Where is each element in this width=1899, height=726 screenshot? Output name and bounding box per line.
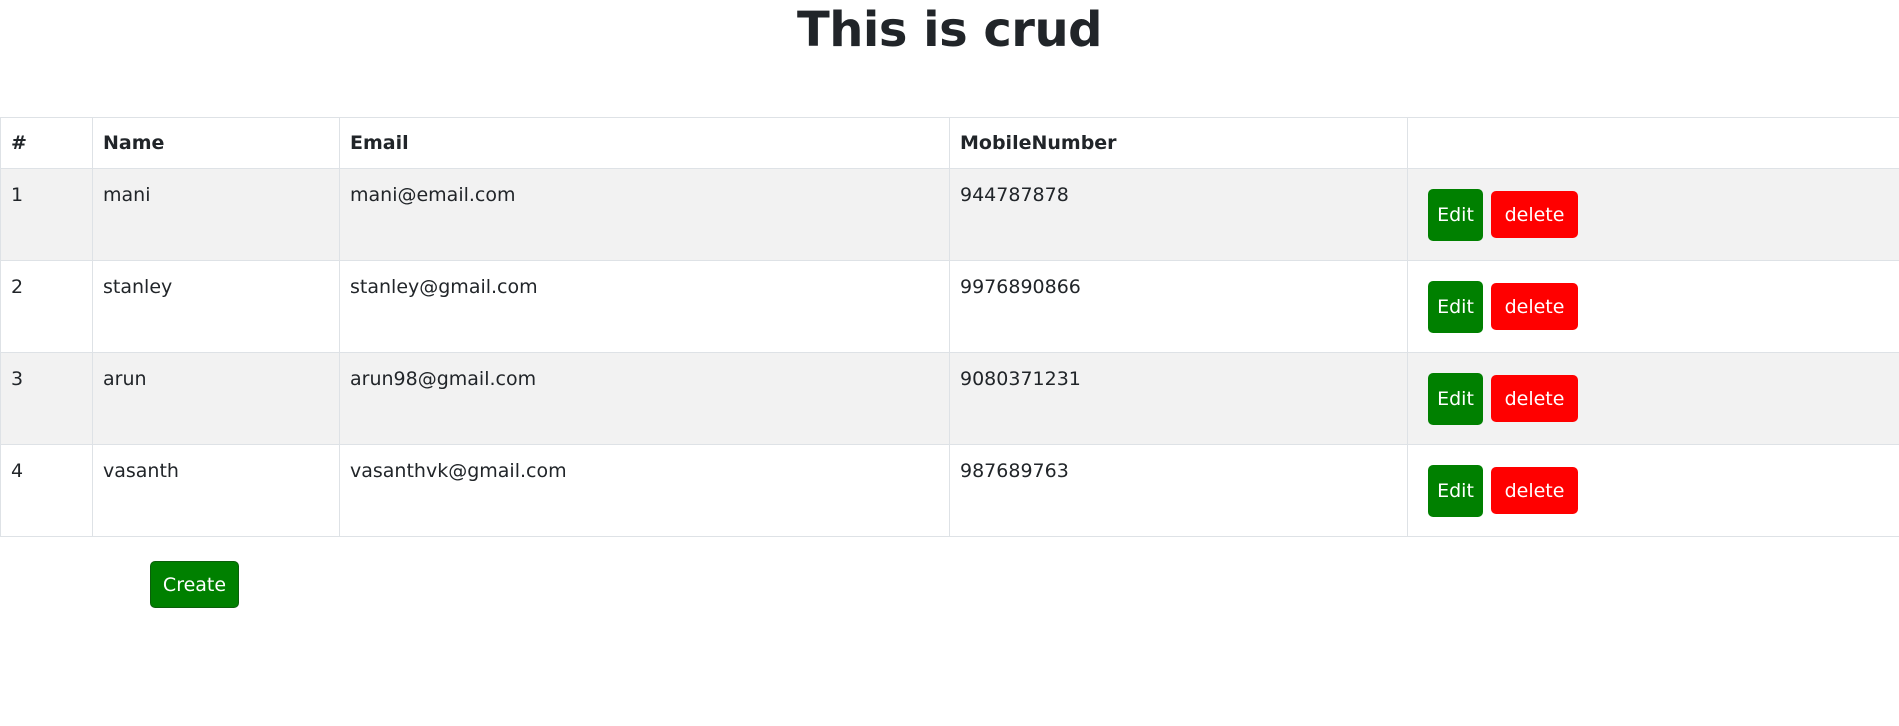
column-header-id: # [0,117,93,169]
cell-email: mani@email.com [339,168,950,261]
table-header: # Name Email MobileNumber [0,117,1899,169]
cell-id: 4 [0,444,93,537]
table-row: 2 stanley stanley@gmail.com 9976890866 E… [0,260,1899,353]
cell-id: 3 [0,352,93,445]
cell-actions: Edit delete [1407,168,1899,261]
table-row: 4 vasanth vasanthvk@gmail.com 987689763 … [0,444,1899,537]
cell-name: stanley [92,260,340,353]
delete-button[interactable]: delete [1491,375,1578,422]
page-title: This is crud [796,2,1103,58]
cell-mobile: 9080371231 [949,352,1408,445]
users-table-container: # Name Email MobileNumber 1 mani mani@em… [0,117,1899,537]
cell-email: stanley@gmail.com [339,260,950,353]
cell-actions: Edit delete [1407,444,1899,537]
delete-button[interactable]: delete [1491,191,1578,238]
users-table: # Name Email MobileNumber 1 mani mani@em… [0,117,1899,537]
delete-button[interactable]: delete [1491,467,1578,514]
delete-button[interactable]: delete [1491,283,1578,330]
column-header-name: Name [92,117,340,169]
create-button[interactable]: Create [150,561,239,608]
cell-name: arun [92,352,340,445]
cell-email: vasanthvk@gmail.com [339,444,950,537]
cell-mobile: 987689763 [949,444,1408,537]
column-header-email: Email [339,117,950,169]
cell-name: mani [92,168,340,261]
table-header-row: # Name Email MobileNumber [0,117,1899,169]
edit-button[interactable]: Edit [1428,464,1483,517]
cell-email: arun98@gmail.com [339,352,950,445]
table-row: 1 mani mani@email.com 944787878 Edit dele… [0,168,1899,261]
table-body: 1 mani mani@email.com 944787878 Edit dele… [0,168,1899,537]
edit-button[interactable]: Edit [1428,372,1483,425]
edit-button[interactable]: Edit [1428,280,1483,333]
cell-mobile: 944787878 [949,168,1408,261]
cell-name: vasanth [92,444,340,537]
table-row: 3 arun arun98@gmail.com 9080371231 Edit d… [0,352,1899,445]
cell-id: 1 [0,168,93,261]
cell-id: 2 [0,260,93,353]
column-header-actions [1407,117,1899,169]
edit-button[interactable]: Edit [1428,188,1483,241]
cell-mobile: 9976890866 [949,260,1408,353]
cell-actions: Edit delete [1407,352,1899,445]
column-header-mobile: MobileNumber [949,117,1408,169]
cell-actions: Edit delete [1407,260,1899,353]
